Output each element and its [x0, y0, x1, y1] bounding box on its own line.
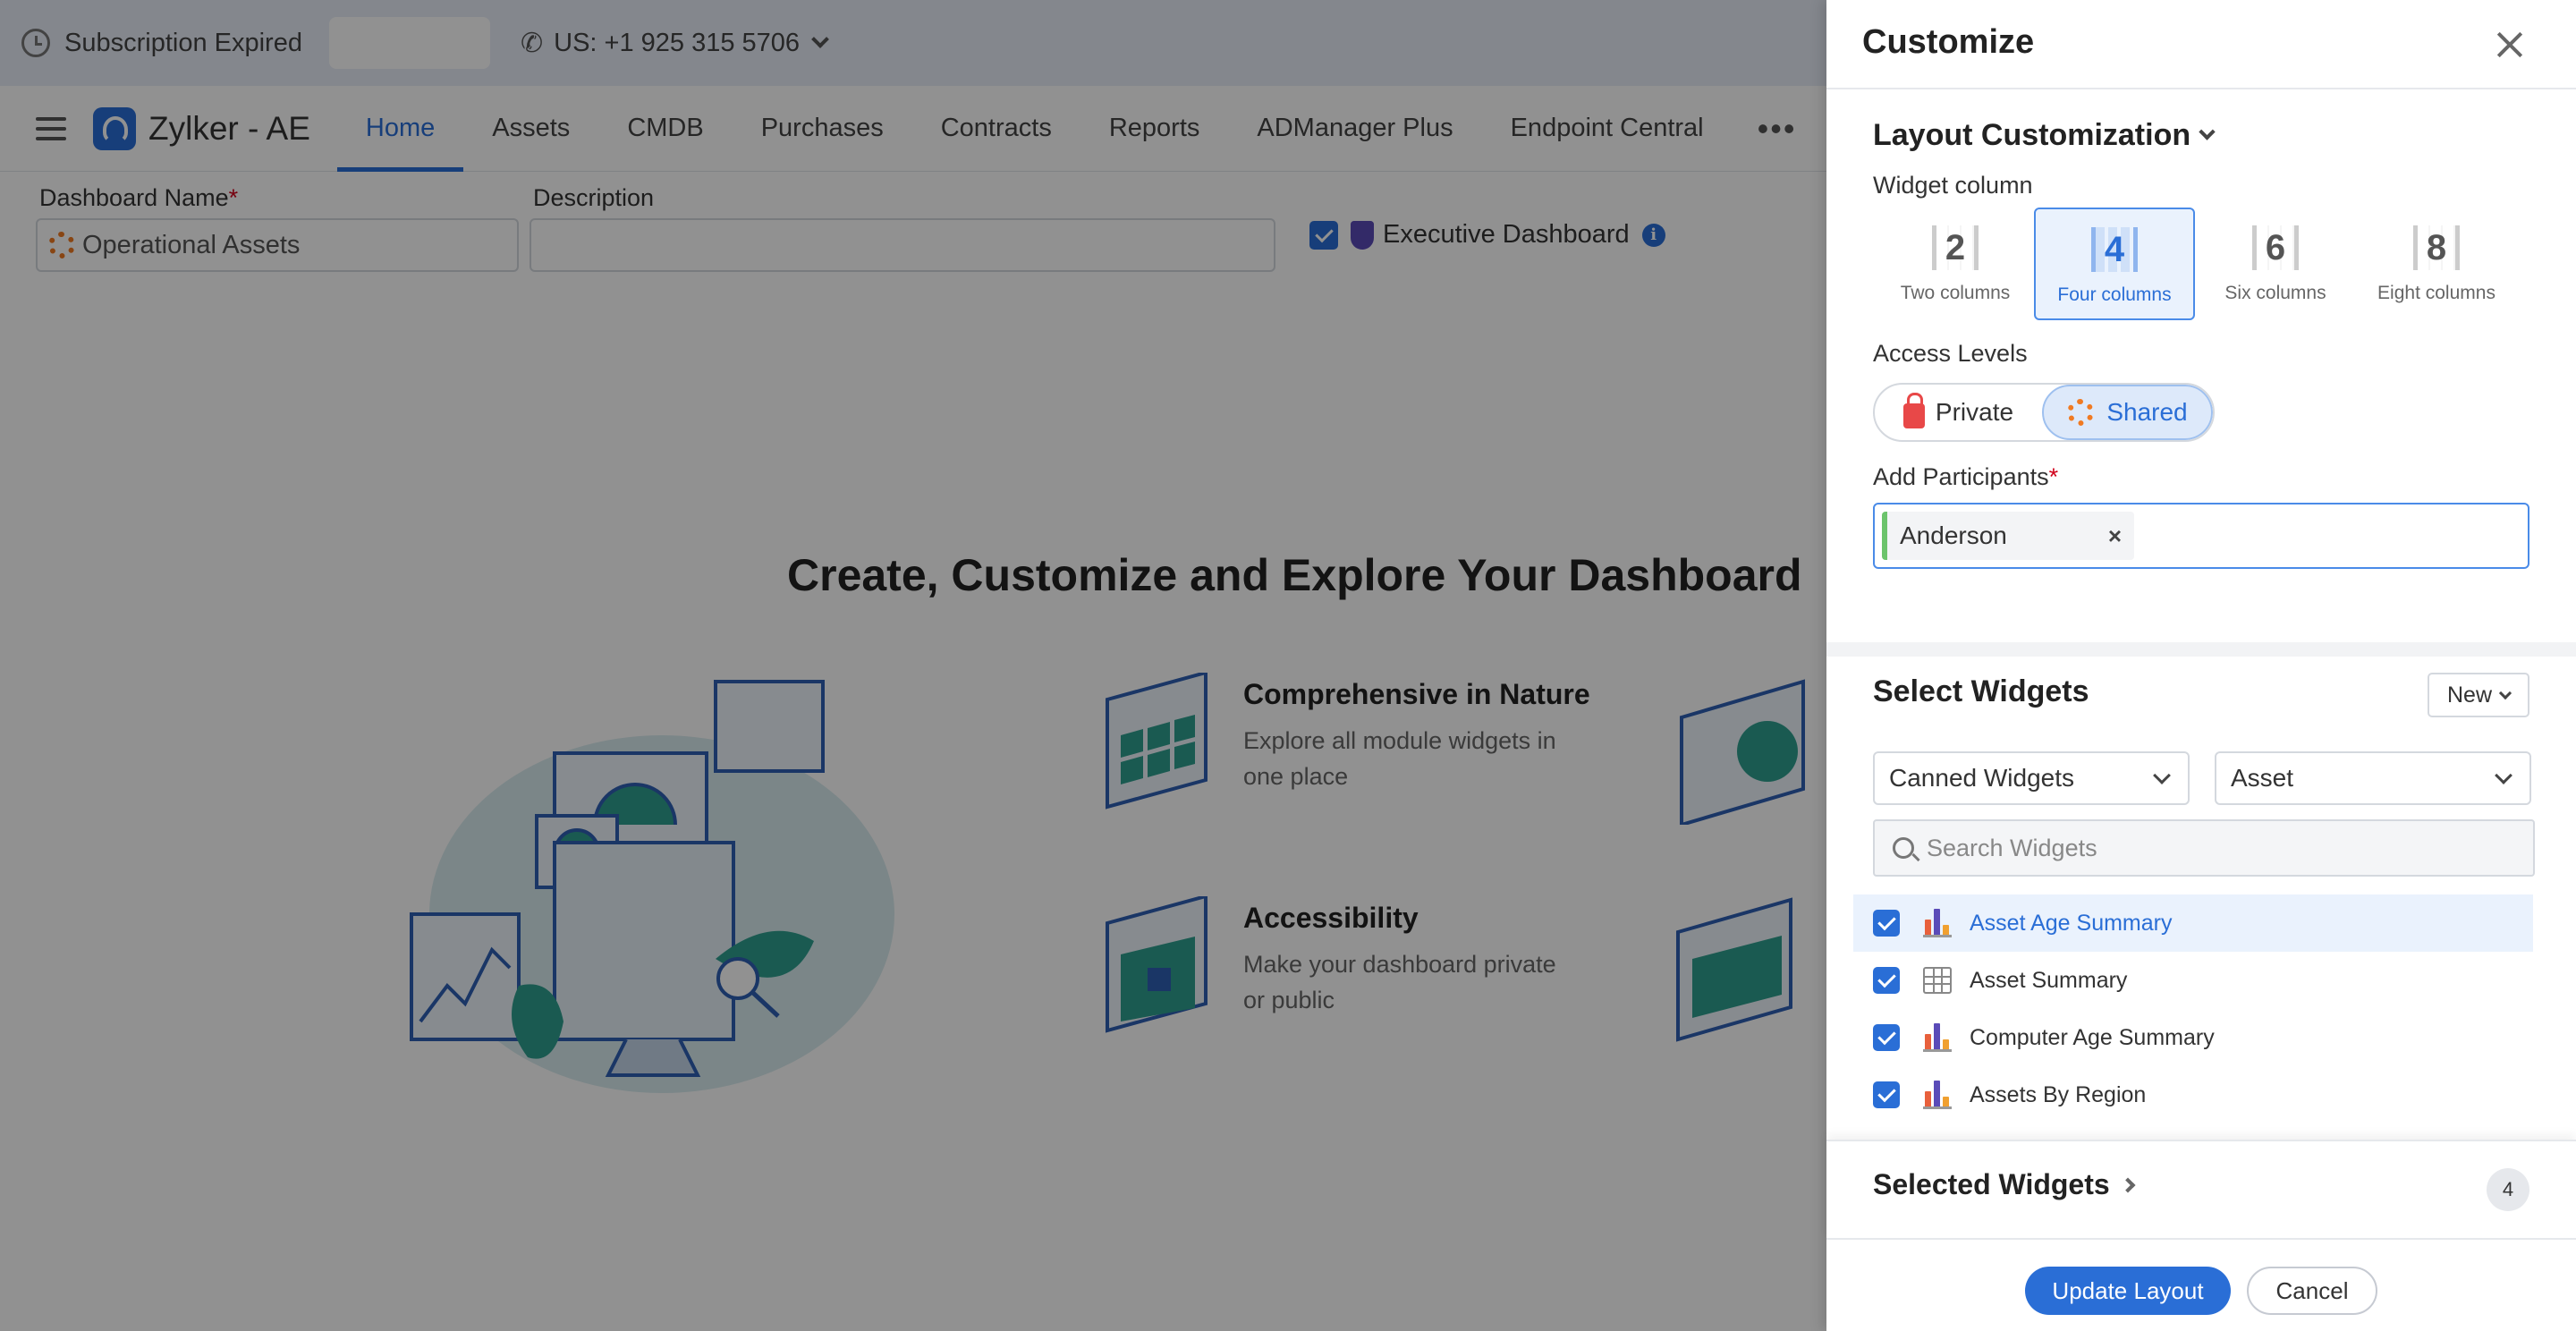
- chevron-down-icon: [2153, 767, 2171, 784]
- layout-customization-toggle[interactable]: Layout Customization: [1873, 118, 2216, 153]
- module-select[interactable]: Asset: [2215, 751, 2531, 805]
- list-item[interactable]: Asset Age Summary: [1853, 894, 2533, 952]
- widget-checkbox[interactable]: [1873, 1024, 1900, 1051]
- table-icon: [1923, 967, 1952, 994]
- list-item[interactable]: Asset Summary: [1853, 952, 2533, 1009]
- column-option-six[interactable]: 6 Six columns: [2195, 208, 2356, 320]
- lock-icon: [1902, 393, 1925, 428]
- widget-label: Asset Summary: [1970, 967, 2128, 993]
- selected-count-badge: 4: [2487, 1168, 2529, 1211]
- new-widget-button[interactable]: New: [2428, 673, 2529, 717]
- participants-input[interactable]: Anderson ×: [1873, 503, 2529, 569]
- customize-panel: Customize Layout Customization Widget co…: [1826, 0, 2576, 1331]
- panel-title: Customize: [1862, 23, 2035, 61]
- widget-list: Asset Age Summary Asset Summary Computer…: [1853, 894, 2533, 1138]
- required-mark: *: [2048, 463, 2059, 490]
- column-option-eight[interactable]: 8 Eight columns: [2356, 208, 2517, 320]
- access-shared-option[interactable]: Shared: [2042, 385, 2213, 440]
- column-icon: 4: [2091, 227, 2138, 272]
- close-icon[interactable]: [2494, 29, 2526, 61]
- widget-type-select[interactable]: Canned Widgets: [1873, 751, 2190, 805]
- divider: [1826, 88, 2576, 89]
- update-layout-button[interactable]: Update Layout: [2025, 1267, 2231, 1315]
- bar-chart-icon: [1923, 1081, 1952, 1109]
- section-divider: [1826, 642, 2576, 657]
- widget-checkbox[interactable]: [1873, 910, 1900, 937]
- chevron-down-icon: [2199, 123, 2216, 140]
- participant-chip: Anderson ×: [1882, 512, 2134, 560]
- chevron-down-icon: [2495, 767, 2512, 784]
- widget-label: Assets By Region: [1970, 1081, 2147, 1107]
- access-levels-label: Access Levels: [1873, 340, 2028, 367]
- add-participants-label: Add Participants*: [1873, 463, 2059, 490]
- column-icon: 6: [2252, 225, 2299, 270]
- remove-participant-icon[interactable]: ×: [2108, 522, 2122, 550]
- shared-icon: [2067, 399, 2095, 426]
- cancel-button[interactable]: Cancel: [2247, 1267, 2377, 1315]
- selected-widgets-section[interactable]: Selected Widgets 4: [1826, 1140, 2576, 1238]
- search-widgets-input[interactable]: Search Widgets: [1873, 819, 2535, 877]
- participant-name: Anderson: [1900, 521, 2007, 549]
- select-widgets-title: Select Widgets: [1873, 674, 2089, 708]
- search-placeholder: Search Widgets: [1927, 834, 2097, 861]
- column-option-four[interactable]: 4 Four columns: [2034, 208, 2195, 320]
- column-icon: 2: [1932, 225, 1979, 270]
- panel-footer: Update Layout Cancel: [1826, 1238, 2576, 1331]
- column-option-label: Four columns: [2057, 284, 2172, 305]
- access-shared-label: Shared: [2106, 398, 2188, 426]
- widget-label: Asset Age Summary: [1970, 910, 2173, 936]
- widget-checkbox[interactable]: [1873, 1081, 1900, 1108]
- bar-chart-icon: [1923, 909, 1952, 937]
- access-private-label: Private: [1935, 398, 2014, 426]
- bar-chart-icon: [1923, 1023, 1952, 1052]
- search-icon: [1893, 837, 1914, 859]
- column-icon: 8: [2413, 225, 2460, 270]
- access-private-option[interactable]: Private: [1875, 385, 2042, 440]
- widget-label: Computer Age Summary: [1970, 1024, 2215, 1050]
- widget-column-label: Widget column: [1873, 172, 2033, 199]
- list-item[interactable]: Computer Age Summary: [1853, 1009, 2533, 1066]
- column-option-label: Eight columns: [2377, 283, 2496, 303]
- column-option-label: Six columns: [2224, 283, 2326, 303]
- column-option-two[interactable]: 2 Two columns: [1875, 208, 2036, 320]
- module-value: Asset: [2231, 764, 2294, 792]
- chevron-down-icon: [2498, 686, 2512, 700]
- chevron-right-icon: [2120, 1177, 2136, 1193]
- column-option-label: Two columns: [1900, 283, 2011, 303]
- widget-checkbox[interactable]: [1873, 967, 1900, 994]
- widget-type-value: Canned Widgets: [1889, 764, 2075, 792]
- access-level-toggle: Private Shared: [1873, 383, 2215, 442]
- modal-backdrop[interactable]: [0, 0, 1826, 1331]
- selected-widgets-title: Selected Widgets: [1873, 1168, 2136, 1201]
- list-item[interactable]: Assets By Region: [1853, 1066, 2533, 1123]
